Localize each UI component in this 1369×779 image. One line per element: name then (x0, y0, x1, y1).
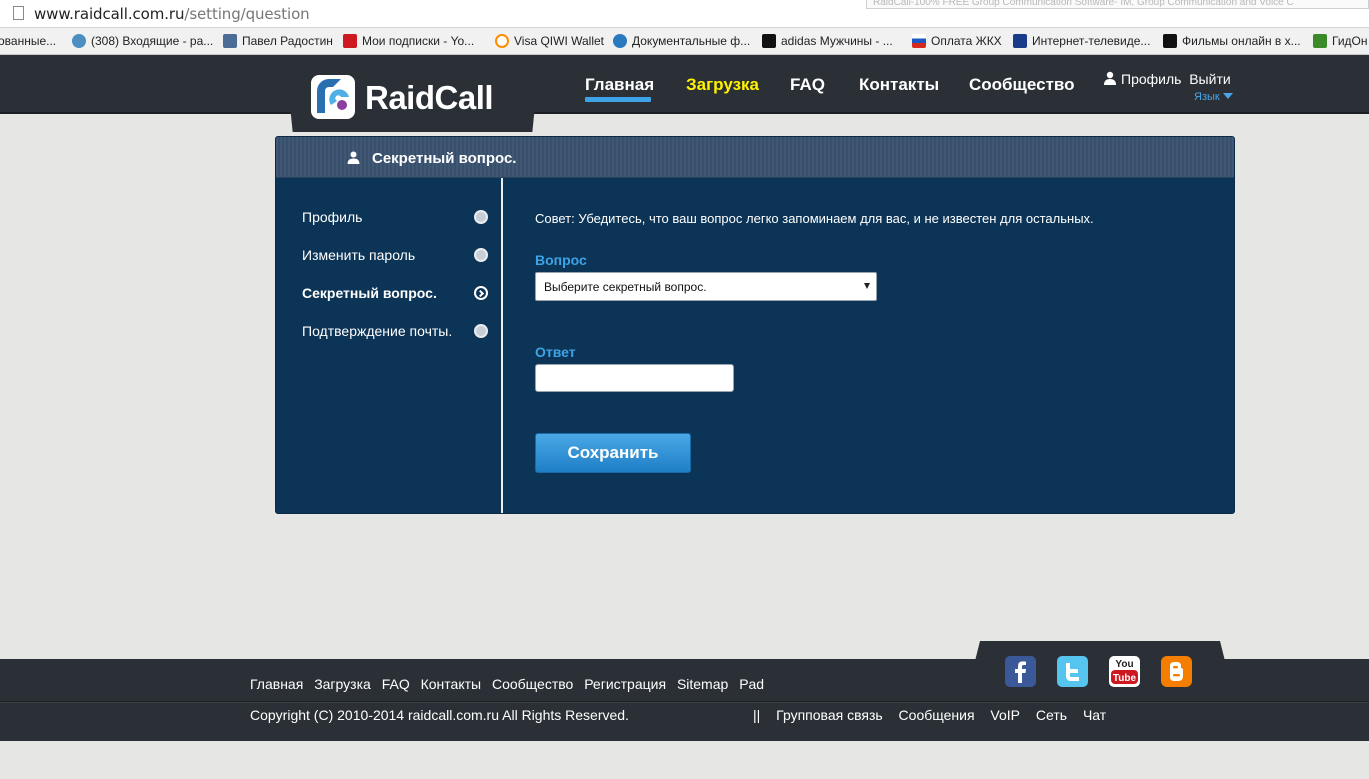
user-icon (347, 151, 360, 164)
flag-ru-icon (912, 34, 926, 48)
window-title: RaidCall-100% FREE Group Communication S… (866, 0, 1369, 9)
chevron-right-icon (474, 286, 488, 300)
twitter-icon[interactable] (1057, 656, 1088, 687)
bookmark-item[interactable]: Оплата ЖКХ (912, 33, 1002, 50)
language-selector[interactable]: Язык (1194, 91, 1233, 103)
bullet-icon (474, 248, 488, 262)
nav-contacts[interactable]: Контакты (859, 75, 939, 95)
youtube-icon[interactable]: You Tube (1109, 656, 1140, 687)
footer-links-secondary: || Групповая связь Сообщения VoIP Сеть Ч… (753, 707, 1118, 723)
svg-text:Tube: Tube (1113, 673, 1137, 684)
footer-link-pad[interactable]: Pad (739, 676, 764, 692)
bullet-icon (474, 210, 488, 224)
sidebar-item-email-confirm[interactable]: Подтверждение почты. (302, 323, 452, 339)
answer-label: Ответ (535, 344, 576, 360)
bookmark-item[interactable]: adidas Мужчины - ... (762, 33, 893, 50)
footer-link-chat[interactable]: Чат (1083, 707, 1106, 723)
raidcall-logo-icon[interactable] (311, 75, 355, 119)
save-button[interactable]: Сохранить (535, 433, 691, 473)
bookmark-item[interactable]: Фильмы онлайн в х... (1163, 33, 1301, 50)
nav-active-indicator (585, 97, 651, 102)
footer-links: Главная Загрузка FAQ Контакты Сообщество… (250, 676, 771, 692)
tv-icon (1013, 34, 1027, 48)
bookmark-item[interactable]: ованные... (0, 33, 56, 50)
browser-address-bar[interactable]: www.raidcall.com.ru/setting/question Rai… (0, 0, 1369, 28)
bookmark-item[interactable]: Документальные ф... (613, 33, 750, 50)
footer-separator: || (753, 707, 761, 723)
nav-download[interactable]: Загрузка (686, 75, 759, 95)
bookmark-item[interactable]: ГидОн (1313, 33, 1368, 50)
settings-panel: Секретный вопрос. Профиль Изменить парол… (275, 136, 1235, 514)
footer-link-faq[interactable]: FAQ (382, 676, 410, 692)
footer-link-sitemap[interactable]: Sitemap (677, 676, 728, 692)
footer-divider (0, 702, 1369, 703)
footer-link-network[interactable]: Сеть (1036, 707, 1067, 723)
footer-link-download[interactable]: Загрузка (314, 676, 371, 692)
footer-link-register[interactable]: Регистрация (584, 676, 666, 692)
doc-icon (613, 34, 627, 48)
question-select-value: Выберите секретный вопрос. (544, 280, 707, 294)
nav-faq[interactable]: FAQ (790, 75, 825, 95)
footer-link-home[interactable]: Главная (250, 676, 303, 692)
footer-link-messages[interactable]: Сообщения (899, 707, 975, 723)
qiwi-icon (495, 34, 509, 48)
hd-icon (1163, 34, 1177, 48)
sidebar-item-secret-question[interactable]: Секретный вопрос. (302, 285, 437, 301)
question-label: Вопрос (535, 252, 587, 268)
svg-text:You: You (1115, 659, 1133, 670)
profile-link[interactable]: Профиль (1121, 71, 1181, 87)
answer-input[interactable] (535, 364, 734, 392)
bullet-icon (474, 324, 488, 338)
vk-icon (223, 34, 237, 48)
dropdown-arrow-icon (864, 283, 870, 289)
url-text[interactable]: www.raidcall.com.ru/setting/question (34, 5, 310, 23)
page-icon (13, 6, 24, 20)
footer-link-contacts[interactable]: Контакты (421, 676, 481, 692)
footer-link-group-chat[interactable]: Групповая связь (776, 707, 882, 723)
bookmark-item[interactable]: (308) Входящие - ра... (72, 33, 213, 50)
youtube-icon (343, 34, 357, 48)
footer-link-community[interactable]: Сообщество (492, 676, 573, 692)
sidebar-item-profile[interactable]: Профиль (302, 209, 362, 225)
panel-header: Секретный вопрос. (276, 137, 1234, 178)
bookmark-item[interactable]: Visa QIWI Wallet (495, 33, 604, 50)
adidas-icon (762, 34, 776, 48)
gid-icon (1313, 34, 1327, 48)
bookmark-item[interactable]: Интернет-телевиде... (1013, 33, 1150, 50)
question-select[interactable]: Выберите секретный вопрос. (535, 272, 877, 301)
mail-icon (72, 34, 86, 48)
page-title: Секретный вопрос. (372, 150, 517, 167)
tip-text: Совет: Убедитесь, что ваш вопрос легко з… (535, 211, 1094, 226)
logo-text[interactable]: RaidCall (365, 79, 494, 117)
chevron-down-icon (1222, 93, 1233, 99)
language-label: Язык (1194, 91, 1220, 103)
logout-link[interactable]: Выйти (1189, 71, 1230, 87)
bookmark-item[interactable]: Павел Радостин (223, 33, 333, 50)
profile-area: Профиль Выйти (1103, 71, 1231, 87)
bookmarks-bar: ованные... (308) Входящие - ра... Павел … (0, 28, 1369, 55)
user-icon (1104, 71, 1116, 85)
footer-link-voip[interactable]: VoIP (990, 707, 1020, 723)
nav-community[interactable]: Сообщество (969, 75, 1075, 95)
copyright-text: Copyright (C) 2010-2014 raidcall.com.ru … (250, 707, 629, 723)
facebook-icon[interactable] (1005, 656, 1036, 687)
sidebar-item-change-password[interactable]: Изменить пароль (302, 247, 415, 263)
blogger-icon[interactable] (1161, 656, 1192, 687)
settings-sidebar: Профиль Изменить пароль Секретный вопрос… (276, 178, 503, 513)
nav-home[interactable]: Главная (585, 75, 654, 95)
bookmark-item[interactable]: Мои подписки - Yo... (343, 33, 474, 50)
